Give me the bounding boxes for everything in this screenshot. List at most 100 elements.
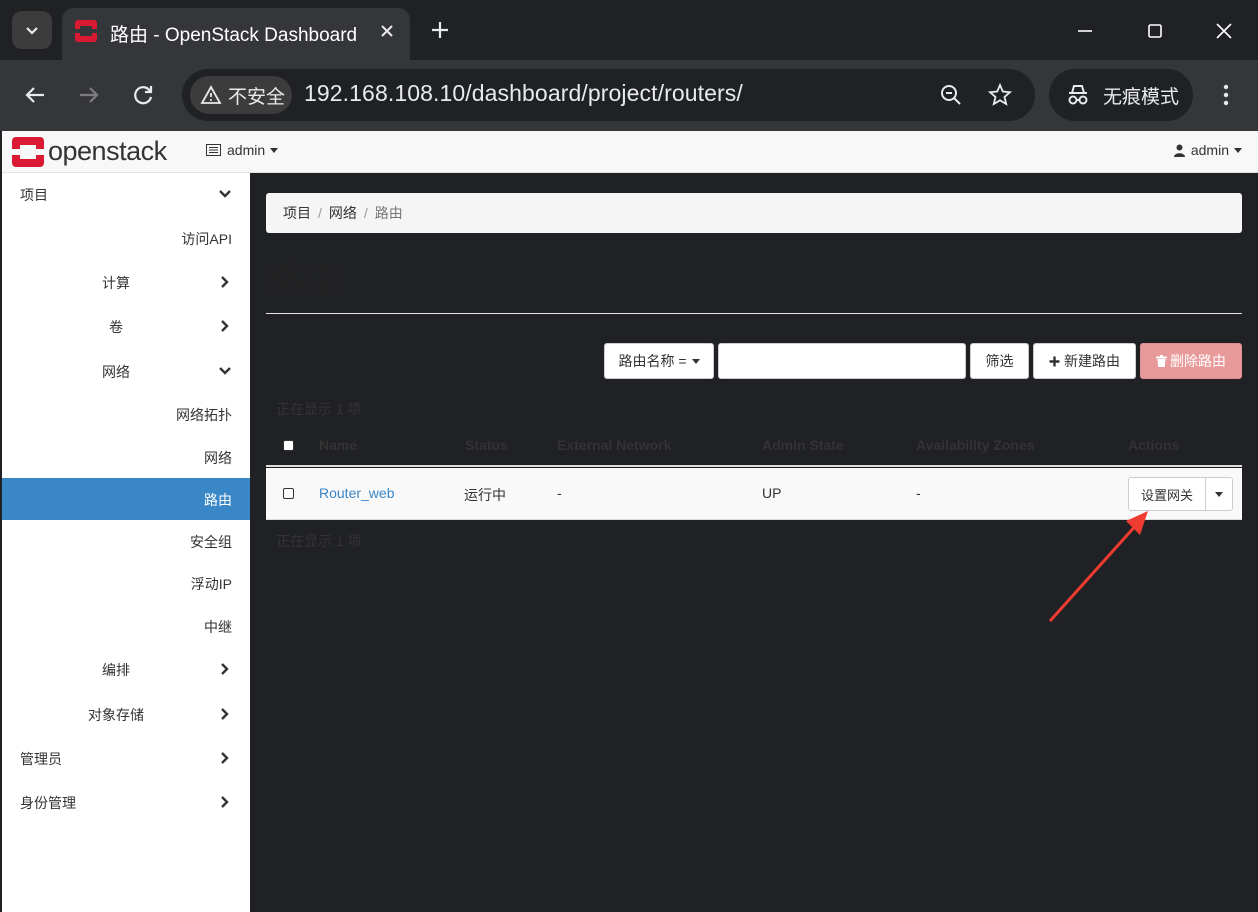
sidebar-item-network[interactable]: 网络 xyxy=(2,360,250,384)
breadcrumb-current: 路由 xyxy=(374,205,403,221)
sidebar-item-label: 网络 xyxy=(204,450,232,466)
project-switcher[interactable]: admin xyxy=(206,142,279,158)
url-text[interactable]: 192.168.108.10/dashboard/project/routers… xyxy=(304,80,743,107)
row-actions-dropdown[interactable] xyxy=(1205,477,1233,511)
reload-icon[interactable] xyxy=(128,80,158,110)
sidebar-item-network-topology[interactable]: 网络拓扑 xyxy=(2,403,250,427)
security-label: 不安全 xyxy=(228,86,286,108)
breadcrumb-separator: / xyxy=(363,205,368,221)
sidebar-item-label: 网络拓扑 xyxy=(176,407,232,423)
chevron-down-icon xyxy=(219,190,231,198)
item-count-bottom: 正在显示 1 项 xyxy=(276,533,362,549)
column-header-admin-state[interactable]: Admin State xyxy=(762,437,844,453)
caret-down-icon xyxy=(1215,491,1223,497)
delete-router-button[interactable]: 删除路由 xyxy=(1140,343,1242,379)
address-bar[interactable]: 不安全 192.168.108.10/dashboard/project/rou… xyxy=(182,69,1035,121)
sidebar-item-compute[interactable]: 计算 xyxy=(2,271,250,295)
breadcrumb-item[interactable]: 网络 xyxy=(329,203,357,223)
router-name-link[interactable]: Router_web xyxy=(319,485,395,501)
security-chip[interactable]: 不安全 xyxy=(190,76,292,114)
filter-button-label: 筛选 xyxy=(985,353,1014,369)
create-router-button[interactable]: 新建路由 xyxy=(1033,343,1136,379)
filter-button[interactable]: 筛选 xyxy=(970,343,1029,379)
caret-down-icon xyxy=(1234,147,1242,153)
openstack-logo-icon xyxy=(12,136,44,167)
column-header-external-network[interactable]: External Network xyxy=(557,437,671,453)
window-close-icon[interactable] xyxy=(1209,16,1239,46)
project-label: admin xyxy=(227,142,266,158)
filter-field-label: 路由名称 = xyxy=(618,353,687,369)
caret-down-icon xyxy=(270,147,279,153)
sidebar-item-label: 编排 xyxy=(102,662,130,678)
incognito-indicator[interactable]: 无痕模式 xyxy=(1049,69,1193,121)
select-all-checkbox[interactable] xyxy=(283,440,294,451)
minimize-icon[interactable] xyxy=(1070,16,1100,46)
tab-search-button[interactable] xyxy=(12,11,52,49)
plus-icon[interactable] xyxy=(426,16,454,44)
incognito-label: 无痕模式 xyxy=(1103,86,1180,108)
openstack-logo[interactable]: openstack xyxy=(12,136,167,167)
user-menu[interactable]: admin xyxy=(1173,142,1242,158)
column-header-name[interactable]: Name xyxy=(319,437,357,453)
forward-arrow-icon[interactable] xyxy=(74,80,104,110)
warning-icon xyxy=(200,85,222,104)
tab-title: 路由 - OpenStack Dashboard xyxy=(110,25,358,46)
back-arrow-icon[interactable] xyxy=(20,80,50,110)
router-external-network: - xyxy=(557,485,562,501)
sidebar: 项目 访问API 计算 卷 网络 网络拓扑 网络 路由 安全组 浮动IP 中继 … xyxy=(2,173,250,912)
sidebar-item-label: 管理员 xyxy=(20,751,62,767)
divider xyxy=(266,313,1242,314)
sidebar-item-label: 路由 xyxy=(204,492,232,508)
row-checkbox[interactable] xyxy=(283,488,294,499)
sidebar-item-label: 安全组 xyxy=(190,534,232,550)
sidebar-item-label: 身份管理 xyxy=(20,795,76,811)
browser-toolbar: 不安全 192.168.108.10/dashboard/project/rou… xyxy=(0,60,1258,131)
sidebar-item-project[interactable]: 项目 xyxy=(2,183,250,207)
column-header-availability-zones[interactable]: Availability Zones xyxy=(916,437,1035,453)
delete-router-label: 删除路由 xyxy=(1170,353,1226,369)
zoom-icon[interactable] xyxy=(938,82,964,108)
filter-input[interactable] xyxy=(718,343,966,379)
close-icon[interactable] xyxy=(376,20,398,42)
trash-icon xyxy=(1156,355,1167,367)
page-title: 路由 xyxy=(266,261,343,303)
bookmark-star-icon[interactable] xyxy=(987,82,1013,108)
router-status: 运行中 xyxy=(464,487,506,503)
openstack-favicon-icon xyxy=(75,20,97,42)
chevron-down-icon xyxy=(26,27,38,35)
sidebar-item-trunks[interactable]: 中继 xyxy=(2,615,250,639)
maximize-icon[interactable] xyxy=(1140,16,1170,46)
sidebar-item-security-groups[interactable]: 安全组 xyxy=(2,530,250,554)
sidebar-item-label: 对象存储 xyxy=(88,707,144,723)
sidebar-item-floating-ips[interactable]: 浮动IP xyxy=(2,572,250,596)
router-availability-zones: - xyxy=(916,485,921,501)
chevron-right-icon xyxy=(221,708,229,720)
create-router-label: 新建路由 xyxy=(1064,353,1120,369)
sidebar-item-label: 计算 xyxy=(102,275,130,291)
incognito-icon xyxy=(1068,85,1088,105)
sidebar-item-volumes[interactable]: 卷 xyxy=(2,315,250,339)
breadcrumb-separator: / xyxy=(318,205,322,221)
sidebar-item-label: 访问API xyxy=(181,231,232,247)
sidebar-item-object-store[interactable]: 对象存储 xyxy=(2,703,250,727)
plus-icon xyxy=(1049,356,1060,366)
chevron-right-icon xyxy=(221,796,229,808)
browser-tab[interactable]: 路由 - OpenStack Dashboard xyxy=(62,8,410,60)
more-vert-icon[interactable] xyxy=(1214,80,1238,110)
sidebar-item-orchestration[interactable]: 编排 xyxy=(2,658,250,682)
sidebar-item-api-access[interactable]: 访问API xyxy=(2,227,250,251)
sidebar-item-admin[interactable]: 管理员 xyxy=(2,747,250,771)
chevron-right-icon xyxy=(221,663,229,675)
column-header-status[interactable]: Status xyxy=(465,437,508,453)
filter-field-select[interactable]: 路由名称 = xyxy=(604,343,714,379)
openstack-header: openstack admin admin xyxy=(2,131,1258,173)
user-label: admin xyxy=(1190,142,1229,158)
sidebar-item-label: 项目 xyxy=(20,187,48,203)
sidebar-item-label: 中继 xyxy=(204,619,232,635)
sidebar-item-networks[interactable]: 网络 xyxy=(2,446,250,470)
user-icon xyxy=(1173,144,1185,157)
breadcrumb-item[interactable]: 项目 xyxy=(283,203,311,223)
sidebar-item-routers[interactable]: 路由 xyxy=(2,478,250,520)
sidebar-item-identity[interactable]: 身份管理 xyxy=(2,791,250,815)
logo-text: openstack xyxy=(48,136,167,166)
